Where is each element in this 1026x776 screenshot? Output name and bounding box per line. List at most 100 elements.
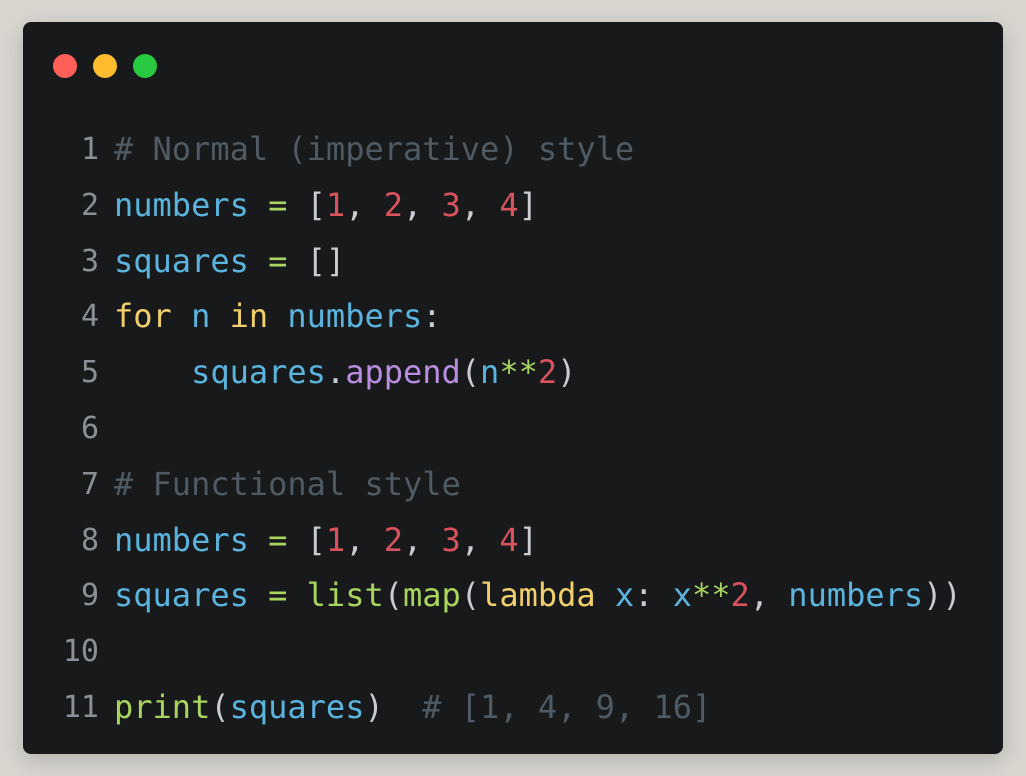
code-line[interactable]: 7 # Functional style — [23, 457, 1003, 513]
code-token: numbers — [788, 576, 924, 615]
code-token: 2 — [730, 576, 750, 615]
code-token: lambda — [480, 576, 596, 615]
line-number: 4 — [80, 299, 99, 335]
code-token: 1 — [325, 185, 346, 224]
code-token: 2 — [383, 520, 403, 559]
code-line[interactable]: 9 squares = list(map(lambda x: x**2, numb… — [23, 568, 1003, 624]
line-number: 5 — [80, 355, 99, 391]
code-line[interactable]: 6 — [23, 401, 1003, 457]
code-token: [ — [287, 520, 326, 559]
code-token: = — [268, 576, 288, 615]
code-token: squares — [114, 576, 249, 615]
code-token: 2 — [537, 353, 558, 392]
code-token: ( — [460, 353, 481, 392]
code-token: append — [345, 353, 461, 392]
line-number: 1 — [80, 132, 99, 167]
code-line[interactable]: 5 squares.append(n**2) — [23, 345, 1003, 401]
code-token: : — [422, 297, 442, 336]
code-token: ] — [518, 185, 538, 224]
code-line[interactable]: 10 — [23, 624, 1003, 680]
code-line[interactable]: 1 # Normal (imperative) style — [23, 122, 1003, 178]
code-token: # Functional style — [114, 464, 461, 503]
code-text: for n in numbers: — [114, 289, 442, 345]
line-number: 7 — [80, 466, 99, 502]
code-token: 4 — [499, 520, 519, 559]
code-token: # Normal (imperative) style — [114, 130, 635, 168]
code-token: numbers — [287, 297, 423, 336]
code-token: # [1, 4, 9, 16] — [422, 687, 712, 726]
code-token: x — [614, 576, 635, 615]
code-token: squares — [191, 353, 326, 392]
close-button[interactable] — [53, 54, 77, 78]
code-token: , — [749, 576, 789, 615]
code-token: ** — [499, 353, 538, 392]
code-line[interactable]: 4 for n in numbers: — [23, 289, 1003, 345]
minimize-button[interactable] — [93, 54, 117, 78]
line-number: 9 — [80, 578, 99, 614]
code-line[interactable]: 8 numbers = [1, 2, 3, 4] — [23, 513, 1003, 569]
code-token: for — [114, 297, 172, 336]
line-number: 11 — [62, 689, 99, 725]
maximize-button[interactable] — [133, 54, 157, 78]
code-token: = — [268, 185, 288, 224]
code-token: squares — [114, 241, 249, 280]
code-token: ( — [210, 687, 230, 726]
code-token: [ — [287, 185, 326, 224]
line-number: 3 — [80, 243, 99, 279]
code-token: , — [460, 185, 500, 224]
code-token: 3 — [441, 520, 461, 559]
code-token: in — [229, 297, 269, 336]
code-token: [] — [287, 241, 346, 280]
code-line[interactable]: 2 numbers = [1, 2, 3, 4] — [23, 178, 1003, 234]
code-text: numbers = [1, 2, 3, 4] — [114, 513, 538, 569]
code-token: , — [460, 520, 500, 559]
code-window: 1 # Normal (imperative) style 2 numbers = [… — [23, 22, 1003, 754]
code-token: , — [402, 185, 442, 224]
code-token: = — [268, 241, 288, 280]
code-text: squares.append(n**2) — [114, 345, 576, 401]
code-token: numbers — [114, 185, 249, 224]
code-token: , — [345, 520, 384, 559]
code-token: ( — [383, 576, 403, 615]
line-number: 6 — [80, 410, 99, 446]
code-token: n — [480, 353, 500, 392]
code-editor[interactable]: 1 # Normal (imperative) style 2 numbers = [… — [23, 122, 1003, 736]
code-token: : — [634, 576, 673, 615]
code-token: = — [268, 520, 288, 559]
code-token: ) — [364, 687, 384, 726]
code-token: 4 — [499, 185, 519, 224]
code-text: numbers = [1, 2, 3, 4] — [114, 178, 538, 234]
code-token: . — [325, 353, 346, 392]
line-number: 2 — [80, 187, 99, 223]
code-token: squares — [229, 687, 365, 726]
code-token: x — [672, 576, 692, 615]
code-token: n — [191, 297, 211, 336]
code-token: numbers — [114, 520, 249, 559]
code-text: print(squares) # [1, 4, 9, 16] — [114, 680, 711, 736]
code-token: ] — [518, 520, 538, 559]
code-token: ( — [460, 576, 481, 615]
code-token: list — [306, 576, 384, 615]
code-line[interactable]: 3 squares = [] — [23, 234, 1003, 290]
code-text: # Functional style — [114, 457, 461, 513]
code-token: ) — [557, 353, 577, 392]
code-token: map — [402, 576, 461, 615]
code-line[interactable]: 11 print(squares) # [1, 4, 9, 16] — [23, 680, 1003, 736]
code-token: , — [345, 185, 384, 224]
code-token: print — [114, 687, 211, 726]
code-token: 1 — [325, 520, 346, 559]
code-text: squares = list(map(lambda x: x**2, numbe… — [114, 568, 962, 624]
line-number: 8 — [80, 522, 99, 558]
code-token: 2 — [383, 185, 403, 224]
code-text: # Normal (imperative) style — [114, 122, 634, 178]
